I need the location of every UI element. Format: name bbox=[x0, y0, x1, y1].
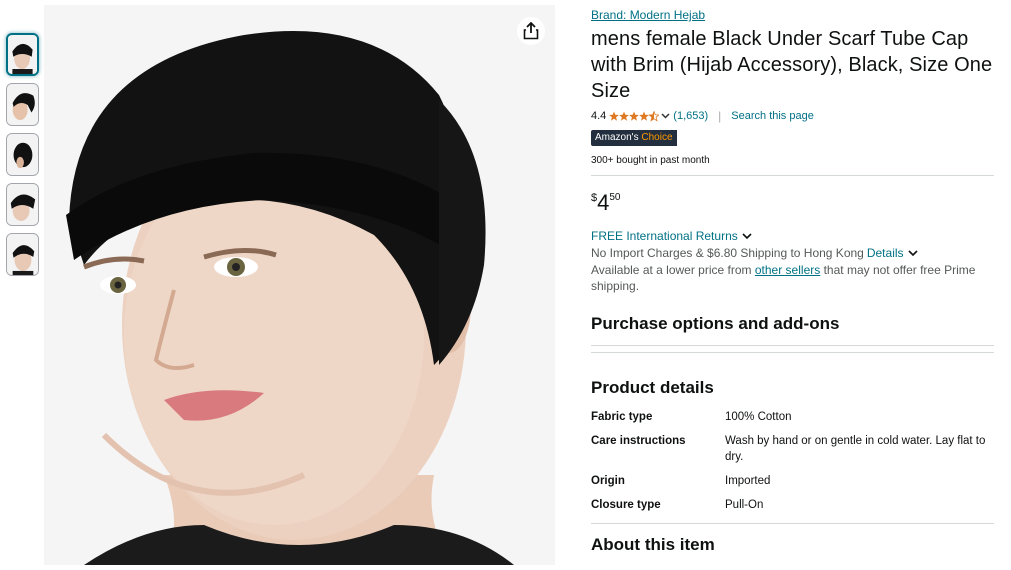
details-row-closure: Closure type Pull-On bbox=[591, 497, 994, 513]
details-row-origin: Origin Imported bbox=[591, 473, 994, 489]
product-title: mens female Black Under Scarf Tube Cap w… bbox=[591, 28, 993, 102]
thumbnail-4[interactable] bbox=[6, 183, 39, 226]
thumbnail-5[interactable] bbox=[6, 233, 39, 276]
divider bbox=[591, 345, 994, 346]
share-button[interactable] bbox=[517, 17, 545, 45]
chevron-down-icon bbox=[661, 113, 670, 119]
availability-note: Available at a lower price from other se… bbox=[591, 262, 991, 294]
thumbnail-1[interactable] bbox=[6, 33, 39, 76]
purchase-options-heading[interactable]: Purchase options and add-ons bbox=[591, 313, 994, 335]
divider bbox=[591, 352, 994, 353]
thumbnail-3-image bbox=[7, 134, 38, 175]
brand-link[interactable]: Brand: Modern Hejab bbox=[591, 7, 705, 23]
shipping-text: No Import Charges & $6.80 Shipping to Ho… bbox=[591, 246, 864, 260]
price-fraction: 50 bbox=[609, 192, 621, 203]
details-value: Pull-On bbox=[725, 499, 764, 511]
product-details-table: Fabric type 100% Cotton Care instruction… bbox=[591, 409, 994, 513]
details-key: Origin bbox=[591, 475, 625, 487]
badge-suffix: Choice bbox=[641, 132, 673, 143]
review-count-link[interactable]: (1,653) bbox=[673, 110, 708, 122]
main-product-image[interactable] bbox=[44, 5, 555, 565]
details-key: Fabric type bbox=[591, 411, 653, 423]
details-value: Imported bbox=[725, 475, 771, 487]
details-row-care: Care instructions Wash by hand or on gen… bbox=[591, 433, 994, 465]
thumbnail-5-image bbox=[7, 234, 38, 275]
details-key: Care instructions bbox=[591, 435, 686, 447]
shipping-details-link[interactable]: Details bbox=[867, 245, 904, 261]
badge-prefix: Amazon's bbox=[595, 132, 639, 143]
separator: | bbox=[718, 109, 722, 123]
thumbnail-3[interactable] bbox=[6, 133, 39, 176]
chevron-down-icon bbox=[742, 232, 752, 239]
thumbnail-2-image bbox=[7, 84, 38, 125]
about-item-heading: About this item bbox=[591, 535, 715, 554]
rating-value: 4.4 bbox=[591, 110, 607, 122]
share-icon bbox=[523, 22, 539, 40]
returns-label: FREE International Returns bbox=[591, 229, 738, 243]
thumbnail-1-image bbox=[8, 35, 37, 74]
details-value: Wash by hand or on gentle in cold water.… bbox=[725, 435, 986, 463]
other-sellers-link[interactable]: other sellers bbox=[755, 263, 820, 277]
details-row-fabric: Fabric type 100% Cotton bbox=[591, 409, 994, 425]
star-rating[interactable] bbox=[609, 110, 673, 122]
thumbnail-strip bbox=[6, 33, 40, 283]
product-details-heading: Product details bbox=[591, 378, 714, 397]
divider bbox=[591, 175, 994, 176]
shipping-info: No Import Charges & $6.80 Shipping to Ho… bbox=[591, 245, 994, 261]
star-icon bbox=[609, 110, 660, 122]
returns-link[interactable]: FREE International Returns bbox=[591, 228, 994, 244]
chevron-down-icon[interactable] bbox=[907, 249, 918, 257]
avail-prefix: Available at a lower price from bbox=[591, 263, 752, 277]
amazons-choice-badge: Amazon's Choice bbox=[591, 130, 677, 146]
thumbnail-4-image bbox=[7, 184, 38, 225]
details-value: 100% Cotton bbox=[725, 411, 792, 423]
search-this-page-link[interactable]: Search this page bbox=[731, 110, 814, 122]
thumbnail-2[interactable] bbox=[6, 83, 39, 126]
price-whole: 4 bbox=[597, 190, 610, 215]
price: $ 4 50 bbox=[591, 190, 994, 218]
bought-count: 300+ bought in past month bbox=[591, 155, 710, 166]
details-key: Closure type bbox=[591, 499, 661, 511]
rating-row: 4.4 (1,653) | Search this page bbox=[591, 108, 994, 124]
divider bbox=[591, 523, 994, 524]
product-info: Brand: Modern Hejab mens female Black Un… bbox=[591, 6, 994, 556]
product-photo bbox=[44, 5, 555, 565]
